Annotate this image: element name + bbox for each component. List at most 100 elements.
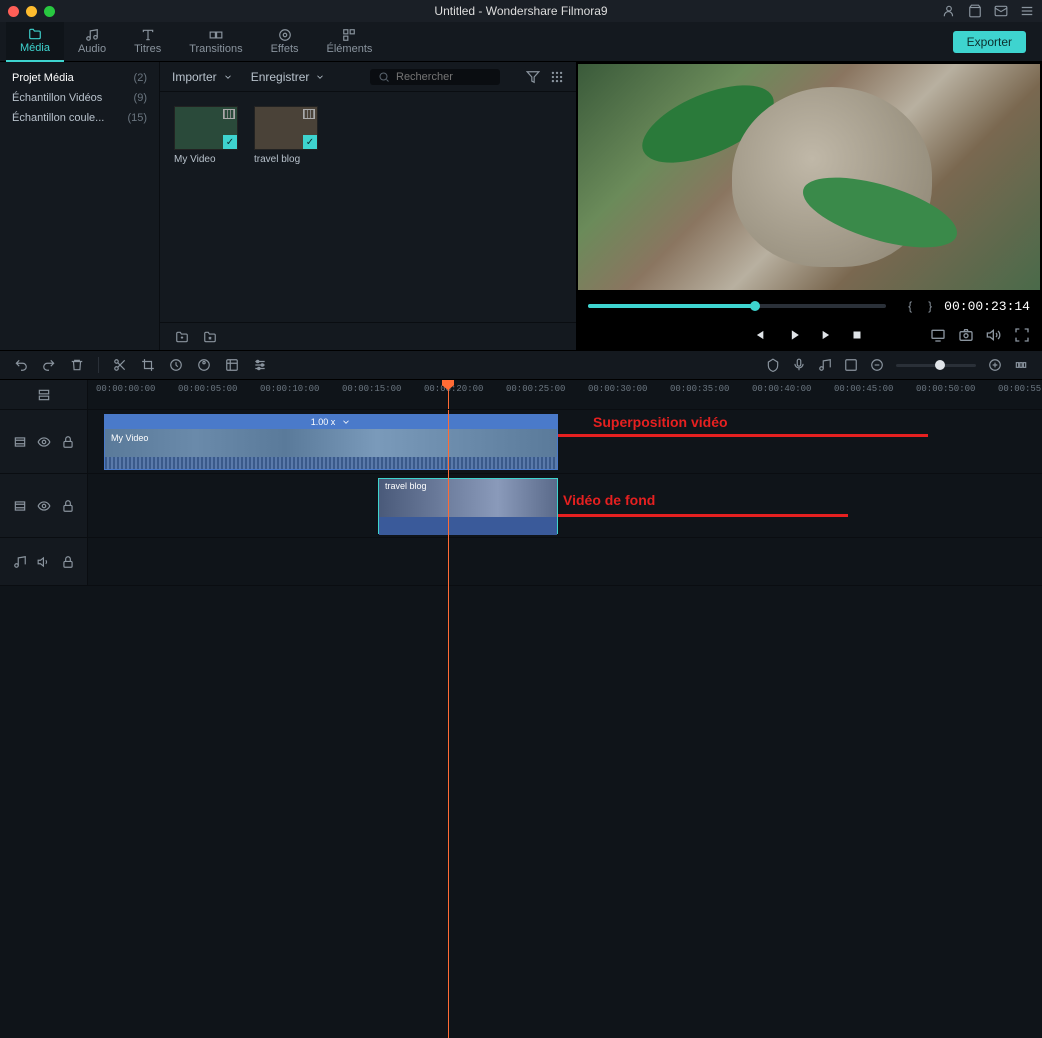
speed-icon[interactable] xyxy=(169,358,183,372)
menu-icon[interactable] xyxy=(1020,4,1034,18)
adjust-icon[interactable] xyxy=(253,358,267,372)
cart-icon[interactable] xyxy=(968,4,982,18)
annotation-line xyxy=(558,514,848,517)
zoom-handle[interactable] xyxy=(935,360,945,370)
filmstrip-icon xyxy=(303,109,315,119)
snapshot-icon[interactable] xyxy=(958,327,974,343)
visibility-icon[interactable] xyxy=(37,435,51,449)
clip-waveform xyxy=(105,457,557,470)
crop-icon[interactable] xyxy=(141,358,155,372)
track-body[interactable] xyxy=(88,538,1042,585)
music-icon[interactable] xyxy=(13,555,27,569)
maximize-window-button[interactable] xyxy=(44,6,55,17)
audio-mixer-icon[interactable] xyxy=(818,358,832,372)
tab-titres[interactable]: Titres xyxy=(120,22,175,62)
sidebar-item-projet[interactable]: Projet Média (2) xyxy=(0,68,159,88)
stop-button[interactable] xyxy=(850,328,864,342)
clip-speed-bar[interactable]: 1.00 x xyxy=(105,415,557,429)
voiceover-icon[interactable] xyxy=(792,358,806,372)
track-body[interactable]: travel blog Vidéo de fond xyxy=(88,474,1042,537)
asset-my-video[interactable]: ✓ My Video xyxy=(174,106,238,165)
import-button[interactable]: Importer xyxy=(172,70,233,84)
filter-icon[interactable] xyxy=(526,70,540,84)
delete-icon[interactable] xyxy=(70,358,84,372)
media-toolbar: Importer Enregistrer xyxy=(160,62,576,92)
playhead[interactable] xyxy=(448,380,449,409)
tab-transitions[interactable]: Transitions xyxy=(175,22,256,62)
record-button[interactable]: Enregistrer xyxy=(251,70,326,84)
tab-audio[interactable]: Audio xyxy=(64,22,120,62)
tab-elements[interactable]: Éléments xyxy=(313,22,387,62)
asset-thumbnail: ✓ xyxy=(174,106,238,150)
render-icon[interactable] xyxy=(844,358,858,372)
zoom-out-icon[interactable] xyxy=(870,358,884,372)
sidebar-item-couleurs[interactable]: Échantillon coule... (15) xyxy=(0,108,159,128)
tab-media[interactable]: Média xyxy=(6,22,64,62)
minimize-window-button[interactable] xyxy=(26,6,37,17)
lock-icon[interactable] xyxy=(61,435,75,449)
clip-thumbnail-strip xyxy=(105,429,557,457)
timeline-ruler[interactable]: 00:00:00:00 00:00:05:00 00:00:10:00 00:0… xyxy=(88,380,1042,409)
search-icon xyxy=(378,71,390,83)
search-field[interactable] xyxy=(396,71,486,83)
visibility-icon[interactable] xyxy=(37,499,51,513)
export-button[interactable]: Exporter xyxy=(953,31,1026,53)
progress-handle[interactable] xyxy=(750,301,760,311)
window-controls xyxy=(8,6,55,17)
clip-speed-label: 1.00 x xyxy=(311,417,336,427)
audio-track-1 xyxy=(0,538,1042,586)
fullscreen-icon[interactable] xyxy=(1014,327,1030,343)
split-icon[interactable] xyxy=(113,358,127,372)
zoom-in-icon[interactable] xyxy=(988,358,1002,372)
remove-folder-icon[interactable] xyxy=(202,330,218,344)
ruler-tick: 00:00:05:00 xyxy=(178,384,237,394)
brace-close-icon[interactable]: } xyxy=(928,299,932,313)
clip-travel-blog[interactable]: travel blog xyxy=(378,478,558,534)
redo-icon[interactable] xyxy=(42,358,56,372)
sidebar-item-count: (2) xyxy=(134,72,147,84)
play-button[interactable] xyxy=(786,328,800,342)
annotation-overlay: Superposition vidéo xyxy=(593,414,728,430)
tab-effets[interactable]: Effets xyxy=(257,22,313,62)
zoom-fit-icon[interactable] xyxy=(1014,358,1028,372)
undo-icon[interactable] xyxy=(14,358,28,372)
timeline-options[interactable] xyxy=(0,380,88,409)
ruler-tick: 00:00:25:00 xyxy=(506,384,565,394)
clip-footer xyxy=(379,517,557,535)
track-body[interactable]: 1.00 x My Video Superposition vidéo xyxy=(88,410,1042,473)
brace-open-icon[interactable]: { xyxy=(908,299,912,313)
progress-track[interactable] xyxy=(588,304,886,308)
preview-viewport[interactable] xyxy=(578,64,1040,290)
filmstrip-icon[interactable] xyxy=(13,499,27,513)
sidebar-item-label: Projet Média xyxy=(12,72,74,84)
ruler-tick: 00:00:50:00 xyxy=(916,384,975,394)
user-icon[interactable] xyxy=(942,4,956,18)
preview-controls xyxy=(576,320,1042,350)
volume-icon[interactable] xyxy=(986,327,1002,343)
filmstrip-icon[interactable] xyxy=(13,435,27,449)
close-window-button[interactable] xyxy=(8,6,19,17)
marker-icon[interactable] xyxy=(766,358,780,372)
timeline-toolbar xyxy=(0,350,1042,380)
prev-frame-button[interactable] xyxy=(754,328,768,342)
next-frame-button[interactable] xyxy=(818,328,832,342)
music-icon xyxy=(84,28,100,42)
asset-travel-blog[interactable]: ✓ travel blog xyxy=(254,106,318,165)
lock-icon[interactable] xyxy=(61,555,75,569)
main-tabs: Média Audio Titres Transitions Effets Él… xyxy=(0,22,1042,62)
annotation-background: Vidéo de fond xyxy=(563,492,655,508)
volume-icon[interactable] xyxy=(37,555,51,569)
playhead-line xyxy=(448,538,449,1038)
clip-my-video[interactable]: 1.00 x My Video xyxy=(104,414,558,470)
color-icon[interactable] xyxy=(197,358,211,372)
green-screen-icon[interactable] xyxy=(225,358,239,372)
search-input[interactable] xyxy=(370,69,500,85)
quality-icon[interactable] xyxy=(930,327,946,343)
lock-icon[interactable] xyxy=(61,499,75,513)
zoom-slider[interactable] xyxy=(896,364,976,367)
grid-view-icon[interactable] xyxy=(550,70,564,84)
add-folder-icon[interactable] xyxy=(174,330,190,344)
track-header xyxy=(0,538,88,585)
sidebar-item-videos[interactable]: Échantillon Vidéos (9) xyxy=(0,88,159,108)
mail-icon[interactable] xyxy=(994,4,1008,18)
